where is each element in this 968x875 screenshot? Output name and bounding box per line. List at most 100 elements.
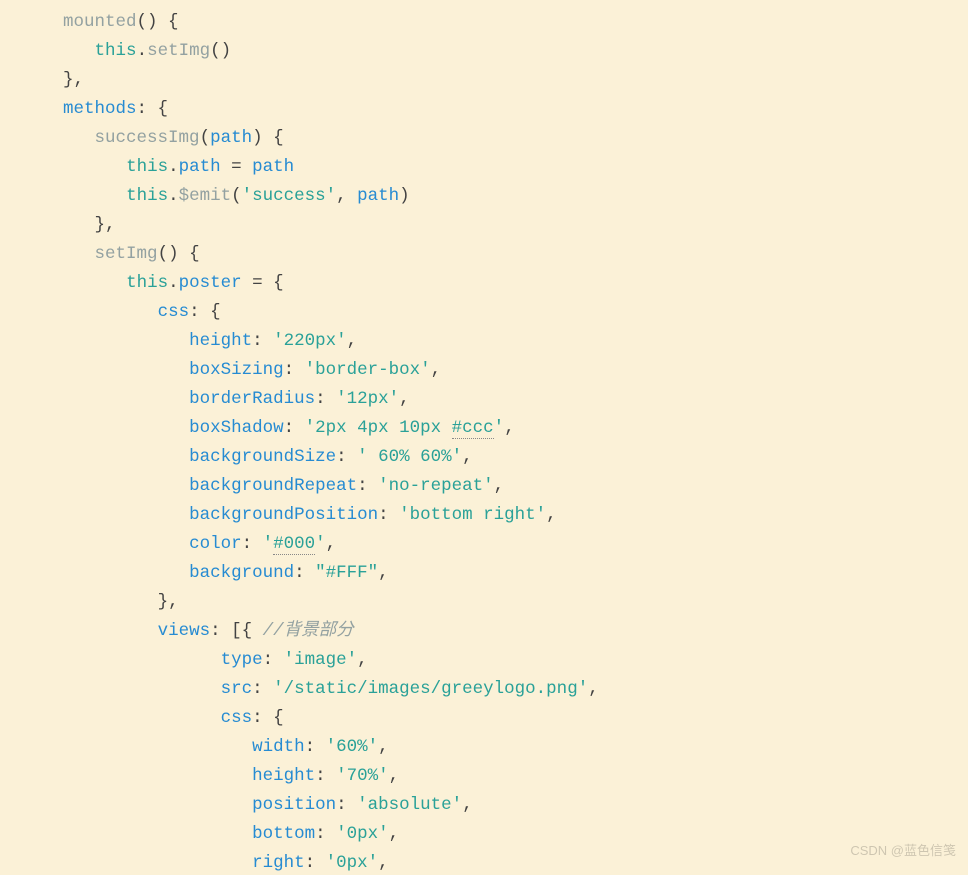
indent [126,360,158,380]
punc: : [336,447,357,467]
punc: : { [189,302,221,322]
punc: ( [200,128,211,148]
val-bgposition: 'bottom right' [399,505,546,525]
indent [158,795,190,815]
indent [32,650,64,670]
punc: }, [95,215,116,235]
indent [32,476,64,496]
punc: }, [158,592,179,612]
indent [32,853,64,873]
indent [63,215,95,235]
indent [189,795,221,815]
indent [95,621,127,641]
indent [32,360,64,380]
val-boxshadow-ccc: #ccc [452,418,494,439]
indent [32,273,64,293]
indent [32,795,64,815]
punc: () { [158,244,200,264]
key-vcss: css [221,708,253,728]
indent [32,621,64,641]
indent [0,273,32,293]
indent [0,70,32,90]
key-views: views [158,621,211,641]
val-bgsize: ' 60% 60%' [357,447,462,467]
indent [0,708,32,728]
indent [0,244,32,264]
indent [32,128,64,148]
indent [0,737,32,757]
fn-setimg2: setImg [95,244,158,264]
indent [95,650,127,670]
indent [0,418,32,438]
indent [32,447,64,467]
indent [63,273,95,293]
indent [63,795,95,815]
indent [63,157,95,177]
indent [95,360,127,380]
indent [0,505,32,525]
punc: : [315,824,336,844]
punc: , [378,853,389,873]
indent [95,679,127,699]
indent [63,476,95,496]
indent [158,534,190,554]
indent [189,679,221,699]
punc: : [305,737,326,757]
indent [63,128,95,148]
indent [63,766,95,786]
indent [32,70,64,90]
val-type: 'image' [284,650,358,670]
fn-successimg: successImg [95,128,200,148]
punc: = { [242,273,284,293]
indent [95,534,127,554]
indent [32,679,64,699]
indent [158,505,190,525]
indent [126,389,158,409]
indent [0,215,32,235]
key-bgsize: backgroundSize [189,447,336,467]
indent [0,534,32,554]
val-color-b: #000 [273,534,315,555]
indent [126,505,158,525]
indent [32,505,64,525]
key-bgposition: backgroundPosition [189,505,378,525]
indent [158,360,190,380]
indent [126,679,158,699]
indent [0,824,32,844]
val-boxsizing: 'border-box' [305,360,431,380]
indent [158,853,190,873]
kw-this: this [126,273,168,293]
indent [63,447,95,467]
indent [189,824,221,844]
val-borderradius: '12px' [336,389,399,409]
prop-methods: methods [63,99,137,119]
punc: . [168,186,179,206]
punc: , [462,447,473,467]
rhs-path: path [252,157,294,177]
indent [32,824,64,844]
punc: : { [137,99,169,119]
indent [158,766,190,786]
punc: , [347,331,358,351]
indent [158,389,190,409]
indent [63,331,95,351]
punc: , [504,418,515,438]
val-height: '220px' [273,331,347,351]
indent [63,650,95,670]
indent [63,824,95,844]
kw-this: this [126,157,168,177]
fn-mounted: mounted [63,12,137,32]
val-boxshadow-c: ' [494,418,505,438]
indent [95,795,127,815]
kw-this: this [95,41,137,61]
indent [95,331,127,351]
punc: : [315,389,336,409]
key-bgrepeat: backgroundRepeat [189,476,357,496]
punc: ) [399,186,410,206]
key-color: color [189,534,242,554]
punc: , [336,186,357,206]
indent [32,331,64,351]
indent [32,41,64,61]
val-color-a: ' [263,534,274,554]
indent [32,418,64,438]
